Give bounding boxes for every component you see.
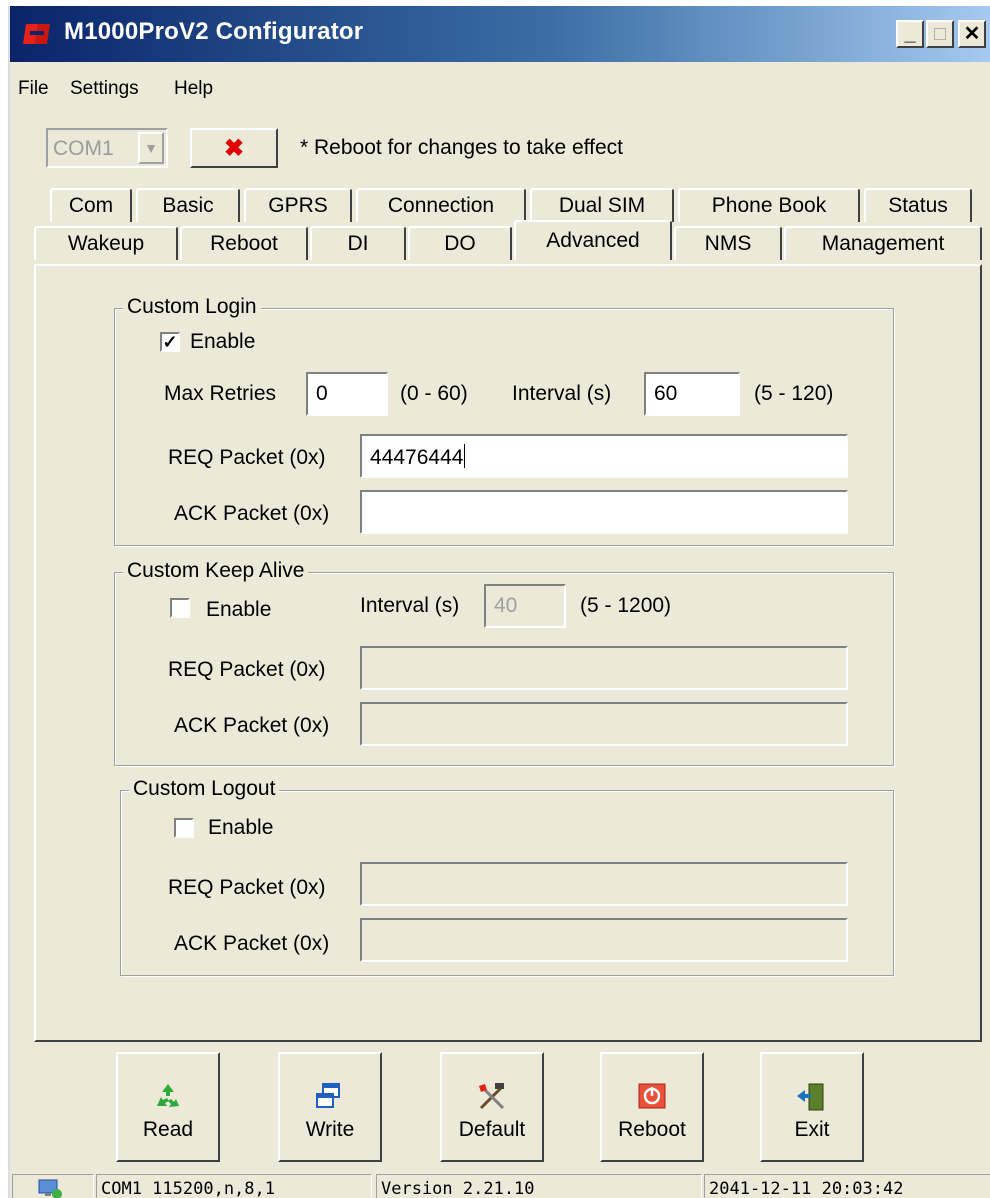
logout-enable-checkbox[interactable]: [174, 818, 194, 838]
reboot-label: Reboot: [618, 1118, 686, 1141]
status-datetime: 2041-12-11 20:03:42: [704, 1174, 990, 1198]
tab-connection[interactable]: Connection: [356, 188, 526, 222]
exit-button[interactable]: Exit: [760, 1052, 864, 1162]
login-interval-label: Interval (s): [512, 382, 612, 405]
tab-com[interactable]: Com: [50, 188, 132, 222]
custom-logout-title: Custom Logout: [129, 777, 280, 801]
reboot-button[interactable]: Reboot: [600, 1052, 704, 1162]
logout-ack-input[interactable]: [360, 918, 848, 962]
tools-icon: [479, 1083, 505, 1110]
disconnect-button[interactable]: ✖: [190, 128, 278, 168]
minimize-button[interactable]: _: [896, 20, 924, 48]
default-button[interactable]: Default: [440, 1052, 544, 1162]
tab-nms[interactable]: NMS: [674, 226, 782, 260]
configurator-window: M1000ProV2 Configurator _ □ ✕ File Setti…: [8, 6, 990, 1198]
login-req-value: 44476444: [370, 446, 464, 469]
exit-door-icon: [797, 1083, 824, 1111]
status-port-settings: COM1 115200,n,8,1: [96, 1174, 372, 1198]
power-icon: [638, 1083, 666, 1109]
read-button[interactable]: Read: [116, 1052, 220, 1162]
maximize-button[interactable]: □: [926, 20, 954, 48]
logout-req-label: REQ Packet (0x): [168, 876, 326, 899]
menu-file[interactable]: File: [18, 78, 49, 100]
menu-help[interactable]: Help: [174, 78, 213, 100]
keepalive-enable-checkbox[interactable]: [170, 598, 190, 618]
close-button[interactable]: ✕: [958, 20, 986, 48]
com-port-select[interactable]: COM1 ▼: [46, 128, 168, 168]
status-connection-cell: [12, 1174, 94, 1198]
login-req-input[interactable]: 44476444: [360, 434, 848, 478]
tab-gprs[interactable]: GPRS: [244, 188, 352, 222]
keepalive-ack-label: ACK Packet (0x): [174, 714, 330, 737]
tab-basic[interactable]: Basic: [136, 188, 240, 222]
text-caret: [464, 444, 466, 468]
recycle-icon: [157, 1084, 179, 1107]
write-label: Write: [305, 1118, 355, 1141]
exit-label: Exit: [794, 1118, 830, 1141]
tab-dual-sim[interactable]: Dual SIM: [530, 188, 674, 222]
tab-phone-book[interactable]: Phone Book: [678, 188, 860, 222]
tab-do[interactable]: DO: [408, 226, 512, 260]
keepalive-ack-input[interactable]: [360, 702, 848, 746]
title-bar[interactable]: M1000ProV2 Configurator _ □ ✕: [10, 6, 990, 62]
window-title: M1000ProV2 Configurator: [64, 18, 364, 45]
com-port-value: COM1: [53, 137, 114, 160]
write-button[interactable]: Write: [278, 1052, 382, 1162]
keepalive-req-label: REQ Packet (0x): [168, 658, 326, 681]
tab-advanced[interactable]: Advanced: [514, 220, 672, 260]
login-req-label: REQ Packet (0x): [168, 446, 326, 469]
max-retries-range: (0 - 60): [400, 382, 468, 405]
menu-bar: File Settings Help: [10, 62, 990, 102]
keepalive-enable-label: Enable: [206, 598, 272, 621]
max-retries-input[interactable]: 0: [306, 372, 388, 416]
read-label: Read: [142, 1118, 194, 1141]
tab-management[interactable]: Management: [784, 226, 982, 260]
keepalive-req-input[interactable]: [360, 646, 848, 690]
copy-windows-icon: [316, 1083, 340, 1108]
default-label: Default: [458, 1118, 526, 1141]
tab-status[interactable]: Status: [864, 188, 972, 222]
tab-reboot[interactable]: Reboot: [180, 226, 308, 260]
chevron-down-icon[interactable]: ▼: [138, 132, 164, 164]
app-logo-icon: [23, 24, 50, 44]
login-enable-checkbox[interactable]: ✓: [160, 332, 180, 352]
login-ack-label: ACK Packet (0x): [174, 502, 330, 525]
custom-keepalive-title: Custom Keep Alive: [123, 559, 309, 583]
close-icon: ✖: [223, 134, 245, 162]
keepalive-interval-label: Interval (s): [360, 594, 460, 617]
tab-di[interactable]: DI: [310, 226, 406, 260]
custom-login-title: Custom Login: [123, 295, 261, 319]
max-retries-label: Max Retries: [164, 382, 277, 405]
status-bar: COM1 115200,n,8,1 Version 2.21.10 2041-1…: [10, 1172, 990, 1198]
logout-enable-label: Enable: [208, 816, 274, 839]
status-version: Version 2.21.10: [376, 1174, 702, 1198]
login-interval-input[interactable]: 60: [644, 372, 740, 416]
network-computer-icon: [38, 1179, 62, 1198]
logout-ack-label: ACK Packet (0x): [174, 932, 330, 955]
login-enable-label: Enable: [190, 330, 256, 353]
login-ack-input[interactable]: [360, 490, 848, 534]
login-interval-range: (5 - 120): [754, 382, 834, 405]
logout-req-input[interactable]: [360, 862, 848, 906]
reboot-note: * Reboot for changes to take effect: [300, 136, 623, 159]
keepalive-interval-input[interactable]: 40: [484, 584, 566, 628]
keepalive-interval-range: (5 - 1200): [580, 594, 672, 617]
menu-settings[interactable]: Settings: [70, 78, 139, 100]
tab-wakeup[interactable]: Wakeup: [34, 226, 178, 260]
